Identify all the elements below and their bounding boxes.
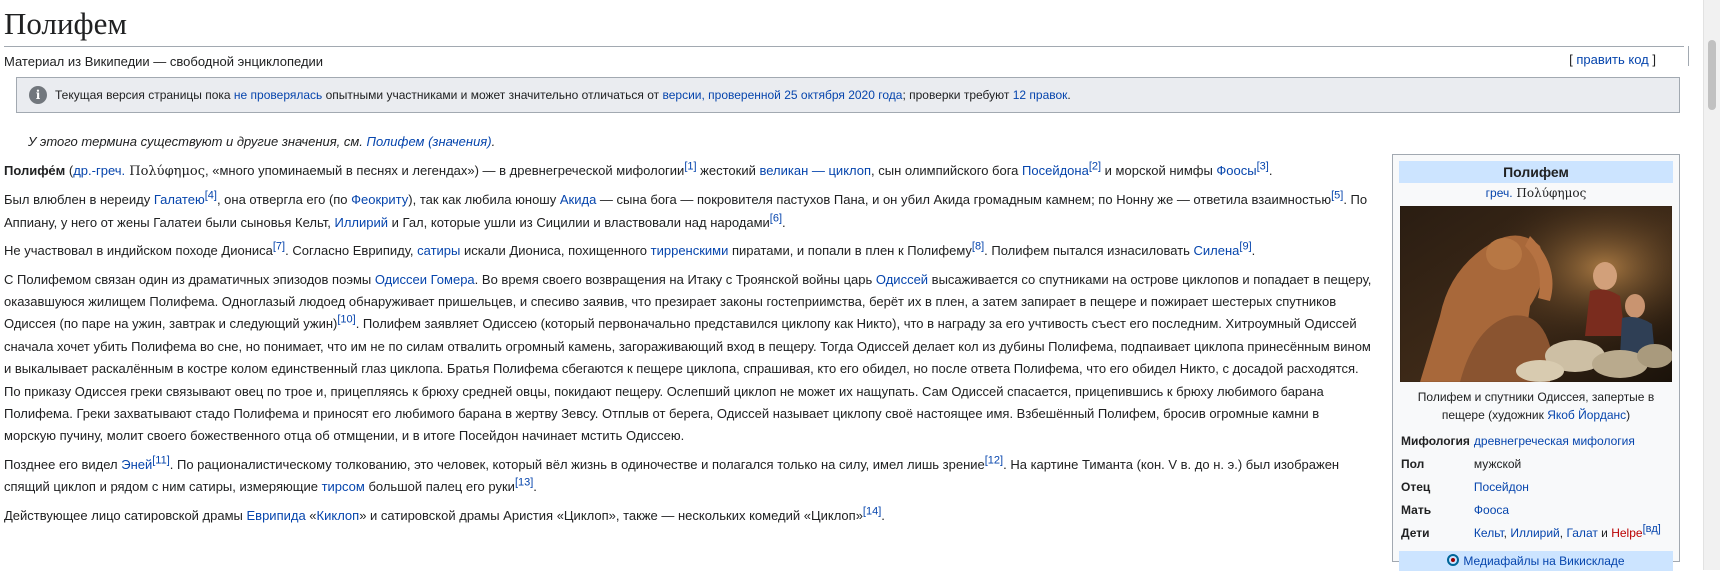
edit-source-link[interactable]: править код xyxy=(1576,52,1648,67)
wikidata-link[interactable]: [вд] xyxy=(1643,523,1661,535)
link-father-poseidon[interactable]: Посейдон xyxy=(1474,480,1529,494)
link-thyrsus[interactable]: тирсом xyxy=(322,479,365,494)
paragraph-intro: Полифе́м (др.-греч. Πολύφημος, «много уп… xyxy=(4,160,1273,179)
link-silenus[interactable]: Силена xyxy=(1194,243,1240,258)
edit-bracket-close: ] xyxy=(1648,52,1656,67)
paragraph-galatea: Был влюблен в нереиду Галатею[4], она от… xyxy=(4,190,1368,230)
link-child-galat[interactable]: Галат xyxy=(1566,526,1597,540)
paragraph-aeneas: Позднее его видел Эней[11]. По рационали… xyxy=(4,454,1340,495)
infobox-row-father: Отец Посейдон xyxy=(1399,476,1675,499)
info-icon: i xyxy=(29,86,47,104)
link-giant-cyclops[interactable]: великан — циклоп xyxy=(759,163,871,178)
link-illyrius[interactable]: Иллирий xyxy=(335,215,389,230)
row-label: Мифология xyxy=(1401,434,1470,448)
infobox-row-sex: Пол мужской xyxy=(1399,453,1675,476)
infobox-painting-image[interactable] xyxy=(1400,206,1672,382)
ref-3[interactable]: [3] xyxy=(1257,161,1269,173)
reviewed-version-link[interactable]: версии, проверенной 25 октября 2020 года xyxy=(662,88,902,102)
link-euripides[interactable]: Еврипида xyxy=(247,508,306,523)
pending-edits-link[interactable]: 12 правок xyxy=(1013,88,1068,102)
ref-1[interactable]: [1] xyxy=(684,161,696,173)
scrollbar-thumb[interactable] xyxy=(1708,40,1716,110)
article-page: Полифем Материал из Википедии — свободно… xyxy=(0,0,1696,571)
site-tagline: Материал из Википедии — свободной энцикл… xyxy=(4,54,324,69)
paragraph-odyssey: С Полифемом связан один из драматичных э… xyxy=(4,271,1372,444)
link-greek-mythology[interactable]: древнегреческая мифология xyxy=(1474,434,1635,448)
link-mother-thoosa[interactable]: Фооса xyxy=(1474,503,1509,517)
infobox: Полифем греч. Πολύφημος Полифем и спутни… xyxy=(1392,154,1680,571)
page-scrollbar[interactable] xyxy=(1703,0,1720,570)
link-odysseus[interactable]: Одиссей xyxy=(876,272,928,287)
disambiguation-link[interactable]: Полифем (значения) xyxy=(367,134,492,149)
commons-media-link[interactable]: Медиафайлы на Викискладе xyxy=(1399,551,1673,571)
ref-8[interactable]: [8] xyxy=(972,241,984,253)
row-label: Отец xyxy=(1401,480,1431,494)
link-aeneas[interactable]: Эней xyxy=(121,457,152,472)
page-title: Полифем xyxy=(4,4,1684,47)
article-body: Полифе́м (др.-греч. Πολύφημος, «много уп… xyxy=(4,160,1374,533)
edit-section: [ править код ] xyxy=(1569,52,1656,67)
link-child-illyrius[interactable]: Иллирий xyxy=(1510,526,1559,540)
link-cyclops-play[interactable]: Киклоп xyxy=(317,508,360,523)
review-notice: i Текущая версия страницы пока не провер… xyxy=(16,77,1680,113)
row-value: мужской xyxy=(1473,457,1522,471)
paragraph-drama: Действующее лицо сатировской драмы Еврип… xyxy=(4,505,885,523)
ref-4[interactable]: [4] xyxy=(205,190,217,202)
infobox-caption: Полифем и спутники Одиссея, запертые в п… xyxy=(1417,390,1655,422)
link-poseidon[interactable]: Посейдона xyxy=(1022,163,1089,178)
link-child-helpe[interactable]: Helpe xyxy=(1611,526,1642,540)
notice-text: Текущая версия страницы пока не проверял… xyxy=(55,88,1071,102)
commons-icon xyxy=(1447,554,1460,566)
ref-9[interactable]: [9] xyxy=(1239,241,1251,253)
link-galatea[interactable]: Галатею xyxy=(154,192,205,207)
link-thoosa[interactable]: Фоосы xyxy=(1216,163,1256,178)
infobox-row-mythology: Мифология древнегреческая мифология xyxy=(1399,430,1675,453)
infobox-title: Полифем xyxy=(1399,161,1673,183)
ref-5[interactable]: [5] xyxy=(1331,190,1343,202)
unreviewed-link[interactable]: не проверялась xyxy=(234,88,322,102)
link-tyrrhenian[interactable]: тирренскими xyxy=(651,243,729,258)
hatnote: У этого термина существуют и другие знач… xyxy=(28,134,496,149)
ref-11[interactable]: [11] xyxy=(152,455,170,467)
link-odyssey-homer[interactable]: Одиссеи Гомера xyxy=(375,272,475,287)
infobox-row-mother: Мать Фооса xyxy=(1399,499,1675,522)
ref-12[interactable]: [12] xyxy=(985,455,1003,467)
link-acis[interactable]: Акида xyxy=(560,192,596,207)
ref-6[interactable]: [6] xyxy=(770,212,782,224)
link-theocritus[interactable]: Феокриту xyxy=(351,192,408,207)
ref-14[interactable]: [14] xyxy=(863,505,881,517)
infobox-properties: Мифология древнегреческая мифология Пол му… xyxy=(1399,430,1675,545)
edit-divider xyxy=(1688,46,1689,66)
link-satyrs[interactable]: сатиры xyxy=(417,243,460,258)
row-label: Мать xyxy=(1401,503,1432,517)
row-label: Дети xyxy=(1401,526,1430,540)
ref-2[interactable]: [2] xyxy=(1089,161,1101,173)
ref-13[interactable]: [13] xyxy=(515,477,533,489)
link-child-celt[interactable]: Кельт xyxy=(1474,526,1504,540)
ref-7[interactable]: [7] xyxy=(273,241,285,253)
link-ancient-greek[interactable]: др.-греч. xyxy=(73,163,125,178)
paragraph-dionysus: Не участвовал в индийском походе Диониса… xyxy=(4,240,1256,259)
infobox-row-children: Дети Кельт, Иллирий, Галат и Helpe[вд] xyxy=(1399,522,1675,545)
row-label: Пол xyxy=(1401,457,1425,471)
infobox-greek-name: греч. Πολύφημος xyxy=(1485,186,1587,200)
link-jacob-jordaens[interactable]: Якоб Йорданс xyxy=(1547,408,1626,422)
link-greek[interactable]: греч. xyxy=(1486,186,1513,200)
ref-10[interactable]: [10] xyxy=(337,314,355,326)
